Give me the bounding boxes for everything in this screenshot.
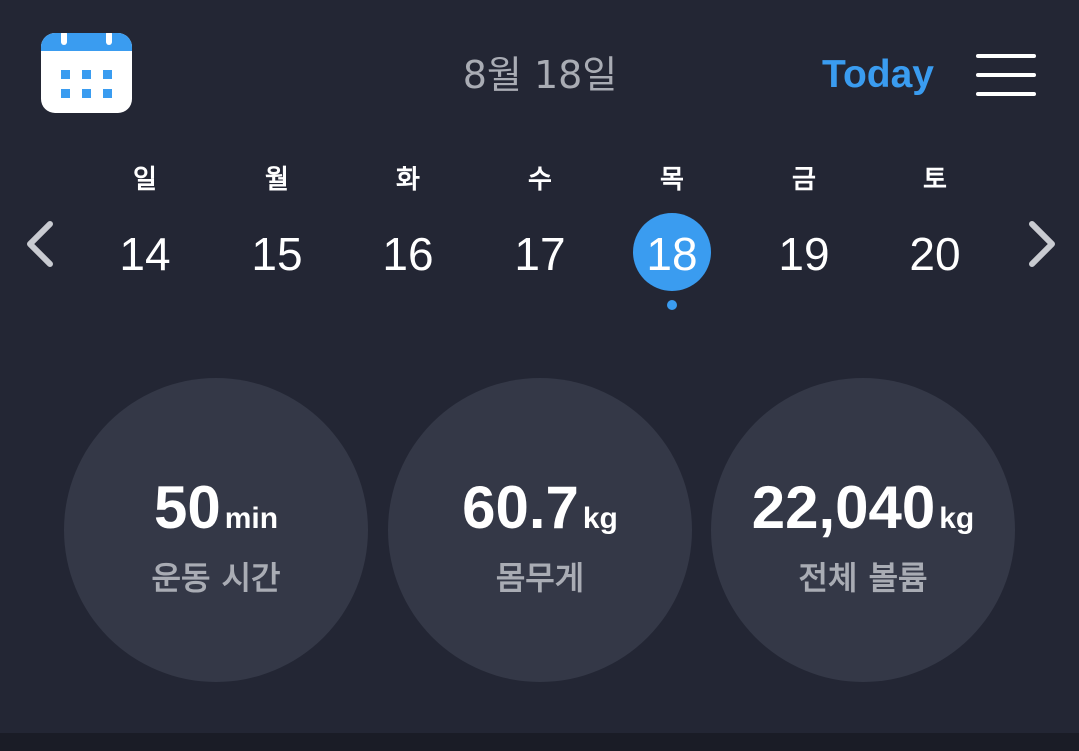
weekday-label: 목 [660, 165, 684, 195]
stat-unit: kg [939, 502, 975, 535]
stat-label: 몸무게 [495, 559, 585, 597]
today-button[interactable]: Today [810, 52, 946, 98]
stat-value: 50 min [64, 476, 368, 555]
day-number: 16 [382, 228, 434, 280]
day-sunday[interactable]: 일 14 [100, 150, 190, 320]
weekday-label: 일 [133, 165, 157, 195]
week-selector: 일 14 월 15 화 16 수 17 목 18 금 19 토 20 [0, 150, 1079, 330]
day-saturday[interactable]: 토 20 [890, 150, 980, 320]
stat-number: 22,040 [751, 474, 936, 541]
day-tuesday[interactable]: 화 16 [363, 150, 453, 320]
day-number: 15 [251, 228, 303, 280]
stat-exercise-time[interactable]: 50 min 운동 시간 [64, 378, 368, 682]
hamburger-menu-icon[interactable] [972, 50, 1040, 100]
bottom-panel-edge [0, 733, 1079, 751]
selected-day-number: 18 [627, 213, 717, 292]
daily-stats: 50 min 운동 시간 60.7 kg 몸무게 22,040 kg 전체 볼륨 [0, 370, 1079, 690]
day-thursday-selected[interactable]: 목 18 [627, 150, 717, 320]
stat-unit: kg [582, 502, 618, 535]
day-monday[interactable]: 월 15 [232, 150, 322, 320]
calendar-icon [41, 33, 132, 98]
day-number: 19 [778, 228, 830, 280]
stat-body-weight[interactable]: 60.7 kg 몸무게 [388, 378, 692, 682]
chevron-left-icon[interactable] [18, 216, 62, 272]
stat-number: 50 [153, 474, 221, 541]
weekday-label: 화 [396, 165, 420, 195]
day-wednesday[interactable]: 수 17 [495, 150, 585, 320]
stat-value: 60.7 kg [388, 476, 692, 555]
stat-total-volume[interactable]: 22,040 kg 전체 볼륨 [711, 378, 1015, 682]
chevron-right-icon[interactable] [1020, 216, 1064, 272]
stat-value: 22,040 kg [711, 476, 1015, 555]
top-bar: 8월 18일 Today [0, 0, 1079, 150]
date-title: 8월 18일 [462, 53, 618, 97]
weekday-label: 월 [265, 165, 289, 195]
stat-label: 운동 시간 [151, 559, 281, 597]
day-number: 14 [119, 228, 171, 280]
calendar-button[interactable] [41, 33, 132, 113]
stat-label: 전체 볼륨 [798, 559, 928, 597]
stat-number: 60.7 [462, 474, 579, 541]
day-friday[interactable]: 금 19 [759, 150, 849, 320]
weekday-label: 토 [923, 165, 947, 195]
day-number: 17 [514, 228, 566, 280]
day-number: 20 [909, 228, 961, 280]
event-indicator-dot [667, 300, 677, 310]
weekday-label: 수 [528, 165, 552, 195]
weekday-label: 금 [792, 165, 816, 195]
stat-unit: min [224, 502, 279, 535]
